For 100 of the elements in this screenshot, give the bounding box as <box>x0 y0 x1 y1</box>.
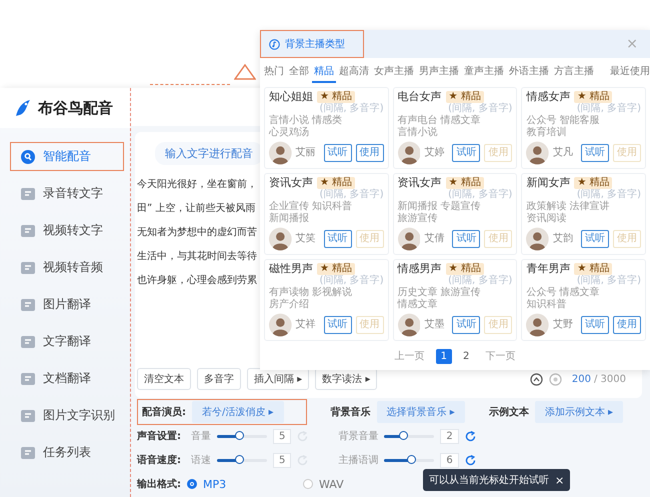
sidebar-item[interactable]: 视频转音频 <box>10 253 124 282</box>
category-tab[interactable]: 女声主播 <box>372 62 416 83</box>
voice-card[interactable]: 知心姐姐 ★ 精品 (间隔, 多音字) 言情小说 情感类 心灵鸡汤 艾丽 试听 使用 <box>264 87 389 169</box>
avatar-icon <box>526 141 549 165</box>
use-button[interactable]: 使用 <box>356 144 384 162</box>
avatar-icon <box>269 141 292 165</box>
toolbar-button[interactable]: 数字读法 ▸ <box>315 368 378 390</box>
premium-badge: ★ 精品 <box>574 263 612 275</box>
category-tab[interactable]: 方言主播 <box>552 62 596 83</box>
category-tab[interactable]: 全部 <box>287 62 311 83</box>
picker-button[interactable]: 若兮/活泼俏皮 ▸ <box>192 401 284 423</box>
dialog-title-text: 背景主播类型 <box>285 38 345 51</box>
picker-button[interactable]: 添加示例文本 ▸ <box>534 401 623 423</box>
voice-name: 艾婷 <box>424 147 444 159</box>
sidebar-item[interactable]: 视频转文字 <box>10 216 124 245</box>
page-button[interactable]: 1 <box>436 348 452 364</box>
category-tab[interactable]: 超高清 <box>337 62 371 83</box>
listen-button[interactable]: 试听 <box>452 144 480 162</box>
voice-tag: 公众号 <box>526 115 556 127</box>
setting-label: 语音速度: <box>137 453 181 467</box>
voice-name: 艾墨 <box>424 319 444 331</box>
prev-page-link[interactable]: 上一页 <box>390 347 430 365</box>
listen-button[interactable]: 试听 <box>452 230 480 248</box>
voice-title: 磁性男声 <box>269 263 313 275</box>
voice-hint: (间隔, 多音字) <box>576 189 641 200</box>
listen-button[interactable]: 试听 <box>452 316 480 334</box>
radio-button[interactable] <box>187 479 197 489</box>
voice-card[interactable]: 资讯女声 ★ 精品 (间隔, 多音字) 企业宣传 知识科普 新闻播报 艾笑 试听 使用 <box>264 173 389 255</box>
value-field[interactable]: 5 <box>273 428 292 444</box>
listen-button[interactable]: 试听 <box>324 316 352 334</box>
voice-hint: (间隔, 多音字) <box>576 275 641 286</box>
category-tab[interactable]: 外语主播 <box>507 62 551 83</box>
voice-card[interactable]: 情感女声 ★ 精品 (间隔, 多音字) 公众号 智能客服 教育培训 艾凡 试听 使用 <box>521 87 646 169</box>
tile-icon <box>21 260 35 274</box>
value-field[interactable]: 5 <box>273 452 292 468</box>
toolbar-button[interactable]: 多音字 <box>197 368 241 390</box>
toolbar-button[interactable]: 清空文本 <box>137 368 191 390</box>
refresh-icon[interactable] <box>464 454 476 466</box>
radio-button[interactable] <box>303 479 313 489</box>
voice-card[interactable]: 青年男声 ★ 精品 (间隔, 多音字) 公众号 情感文章 知识科普 艾野 试听 使用 <box>521 259 646 341</box>
listen-button[interactable]: 试听 <box>580 316 609 334</box>
voice-card[interactable]: 情感男声 ★ 精品 (间隔, 多音字) 历史文章 旅游宣传 情感文章 艾墨 试听 使用 <box>392 259 518 341</box>
listen-button[interactable]: 试听 <box>580 144 609 162</box>
voice-title: 知心姐姐 <box>269 91 313 103</box>
listen-button[interactable]: 试听 <box>580 230 609 248</box>
sidebar-item[interactable]: 录音转文字 <box>10 179 124 208</box>
sidebar-item[interactable]: 文字翻译 <box>10 327 124 356</box>
category-tab[interactable]: 最近使用 <box>608 62 650 83</box>
app-name: 布谷鸟配音 <box>38 98 113 118</box>
close-button[interactable]: × <box>555 474 564 486</box>
slider-thumb[interactable] <box>406 454 416 464</box>
voice-card[interactable]: 资讯女声 ★ 精品 (间隔, 多音字) 新闻播报 专题宣传 旅游宣传 艾倩 试听 使用 <box>392 173 518 255</box>
premium-badge: ★ 精品 <box>317 263 356 275</box>
category-tab[interactable]: 精品 <box>312 62 336 83</box>
text-line: 无知者为梦想中的虚幻而苦 <box>137 226 257 240</box>
voice-tag: 言情小说 <box>398 127 438 139</box>
category-tab[interactable]: 热门 <box>262 62 286 83</box>
picker-button[interactable]: 选择背景音乐 ▸ <box>376 401 465 423</box>
value-field[interactable]: 2 <box>440 428 459 444</box>
voice-card[interactable]: 磁性男声 ★ 精品 (间隔, 多音字) 有声读物 影视解说 房产介绍 艾祥 试听 使用 <box>264 259 389 341</box>
sidebar-item[interactable]: 图片翻译 <box>10 290 124 319</box>
sidebar-item[interactable]: 文档翻译 <box>10 364 124 393</box>
premium-badge: ★ 精品 <box>574 91 612 103</box>
next-page-link[interactable]: 下一页 <box>480 347 520 365</box>
toolbar-button[interactable]: 插入间隔 ▸ <box>247 368 310 390</box>
voice-title: 电台女声 <box>398 91 442 103</box>
page-button[interactable]: 2 <box>458 348 474 364</box>
voice-tag: 历史文章 <box>398 287 438 299</box>
voice-name: 艾野 <box>552 319 573 331</box>
voice-card[interactable]: 新闻女声 ★ 精品 (间隔, 多音字) 政策解读 法律宣讲 资讯阅读 艾韵 试听 使用 <box>521 173 646 255</box>
category-tab[interactable]: 男声主播 <box>417 62 461 83</box>
slider-thumb[interactable] <box>234 430 244 440</box>
slider-label: 主播语调 <box>338 454 378 467</box>
slider-thumb[interactable] <box>399 430 408 440</box>
voice-card[interactable]: 电台女声 ★ 精品 (间隔, 多音字) 有声电台 情感文章 言情小说 艾婷 试听 使用 <box>392 87 518 169</box>
text-line: 也许身躯，心理会感到劳累 <box>137 274 257 288</box>
listen-button[interactable]: 试听 <box>324 230 352 248</box>
voice-hint: (间隔, 多音字) <box>319 275 384 286</box>
use-button[interactable]: 使用 <box>612 316 641 334</box>
tile-icon <box>21 334 35 348</box>
voice-tag: 法律宣讲 <box>569 201 610 213</box>
slider-label: 语速 <box>191 454 211 467</box>
refresh-icon[interactable] <box>464 430 476 442</box>
premium-badge: ★ 精品 <box>317 177 356 189</box>
voice-hint: (间隔, 多音字) <box>319 103 384 114</box>
value-field[interactable]: 6 <box>440 452 459 468</box>
voice-tag: 情感类 <box>312 115 342 127</box>
setting-label: 输出格式: <box>137 478 181 491</box>
slider-label: 背景音量 <box>338 430 378 443</box>
voice-tag: 影视解说 <box>312 287 352 299</box>
sidebar-item[interactable]: 任务列表 <box>10 438 124 467</box>
category-tab[interactable]: 童声主播 <box>462 62 506 83</box>
music-icon <box>269 38 280 50</box>
listen-button[interactable]: 试听 <box>324 144 352 162</box>
voice-tag: 有声电台 <box>398 115 438 127</box>
voice-tag: 新闻播报 <box>269 213 309 225</box>
sidebar-item[interactable]: 智能配音 <box>10 142 124 171</box>
slider-thumb[interactable] <box>234 454 244 464</box>
avatar-icon <box>269 313 292 337</box>
sidebar-item[interactable]: 图片文字识别 <box>10 401 124 430</box>
